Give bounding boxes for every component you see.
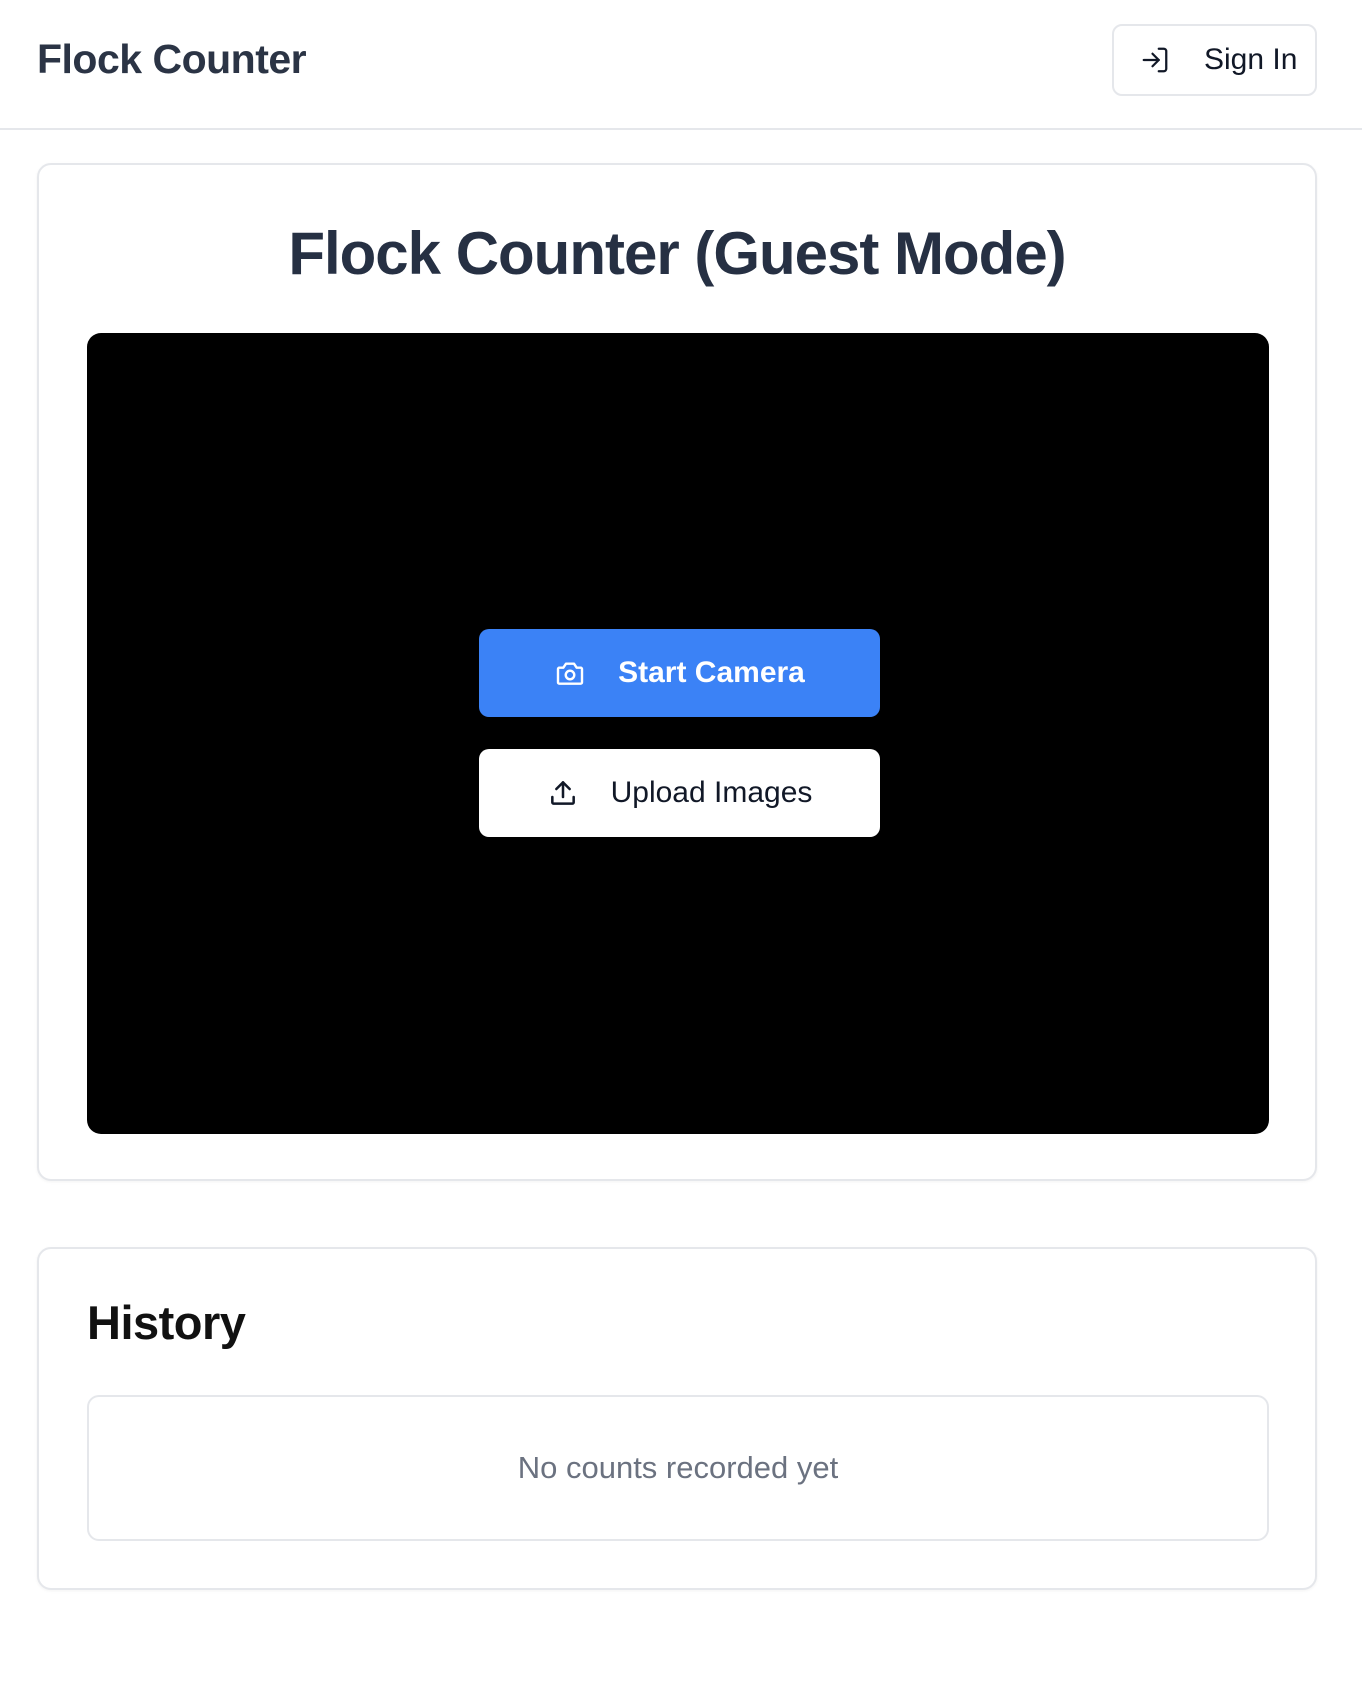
- login-arrow-icon: [1140, 45, 1170, 75]
- start-camera-button[interactable]: Start Camera: [479, 629, 880, 717]
- sign-in-button[interactable]: Sign In: [1112, 24, 1317, 96]
- top-navigation-bar: Flock Counter Sign In: [0, 0, 1362, 130]
- upload-images-button[interactable]: Upload Images: [479, 749, 880, 837]
- sign-in-label: Sign In: [1204, 43, 1298, 76]
- history-title: History: [87, 1296, 246, 1349]
- camera-card: Flock Counter (Guest Mode) Start Camera …: [37, 163, 1317, 1181]
- camera-icon: [554, 657, 586, 689]
- history-empty-message: No counts recorded yet: [517, 1450, 839, 1485]
- brand-title[interactable]: Flock Counter: [37, 36, 307, 83]
- camera-viewport: Start Camera Upload Images: [87, 333, 1269, 1134]
- history-empty-state: No counts recorded yet: [87, 1395, 1269, 1541]
- start-camera-label: Start Camera: [618, 656, 805, 689]
- upload-icon: [547, 777, 579, 809]
- upload-images-label: Upload Images: [610, 776, 813, 809]
- page-title: Flock Counter (Guest Mode): [288, 220, 1066, 287]
- history-card: History No counts recorded yet: [37, 1247, 1317, 1590]
